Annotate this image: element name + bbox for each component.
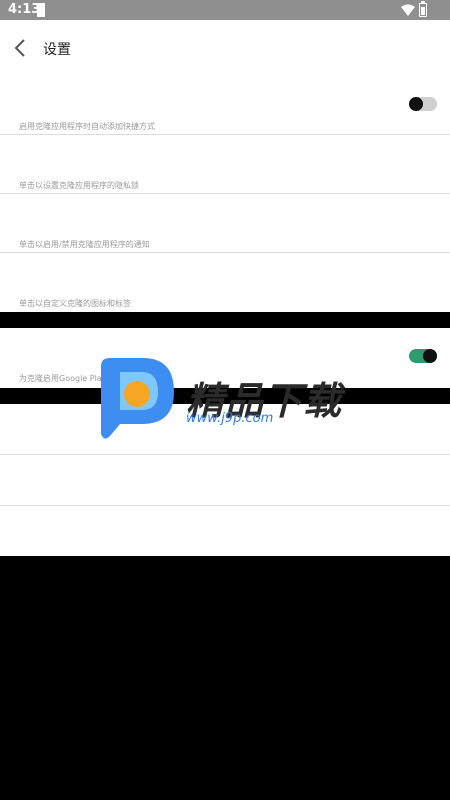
toggle-knob — [409, 97, 423, 111]
status-bar: 4:13 — [0, 0, 450, 20]
setting-custom-icon-label[interactable]: 单击以自定义克隆的图标和标签 — [0, 253, 450, 312]
setting-description: 单击以自定义克隆的图标和标签 — [19, 299, 131, 308]
app-header: 设置 — [0, 20, 450, 76]
watermark-url: www.j9p.com — [186, 411, 274, 426]
battery-icon — [419, 3, 427, 17]
notification-icon — [37, 3, 45, 17]
watermark: 精品下载 www.j9p.com — [98, 358, 358, 442]
p-logo — [101, 358, 174, 439]
auto-shortcut-toggle[interactable] — [409, 97, 437, 111]
row-divider — [0, 454, 450, 455]
setting-auto-shortcut[interactable]: 启用克隆应用程序时自动添加快捷方式 — [0, 76, 450, 135]
setting-description: 单击以设置克隆应用程序的隐私锁 — [19, 181, 139, 190]
status-time: 4:13 — [8, 2, 41, 17]
page-title: 设置 — [43, 42, 71, 58]
row-divider — [0, 505, 450, 506]
setting-privacy-lock[interactable]: 单击以设置克隆应用程序的隐私锁 — [0, 135, 450, 194]
chevron-left-icon[interactable] — [10, 36, 32, 60]
settings-panel: 设置 启用克隆应用程序时自动添加快捷方式 单击以设置克隆应用程序的隐私锁 单击以… — [0, 20, 450, 312]
wifi-icon — [401, 4, 415, 16]
setting-notifications[interactable]: 单击以启用/禁用克隆应用程序的通知 — [0, 194, 450, 253]
setting-description: 为克隆启用Google Play — [19, 374, 107, 383]
setting-description: 启用克隆应用程序时自动添加快捷方式 — [19, 122, 155, 131]
setting-description: 单击以启用/禁用克隆应用程序的通知 — [19, 240, 150, 249]
